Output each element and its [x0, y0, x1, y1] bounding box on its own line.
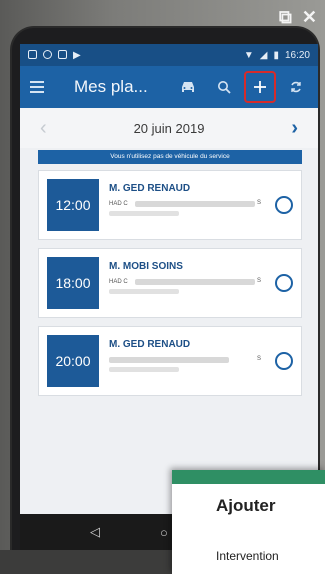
appointment-detail-suffix: S	[257, 278, 262, 284]
status-radio[interactable]	[275, 352, 293, 370]
appointment-time: 18:00	[47, 257, 99, 309]
popup-title: Ajouter	[216, 496, 276, 515]
plus-icon	[254, 81, 266, 93]
appointment-card[interactable]: 20:00 M. GED RENAUD S	[38, 326, 302, 396]
open-external-icon[interactable]: ⧉	[279, 6, 292, 28]
back-icon[interactable]: ◁	[90, 524, 100, 540]
refresh-button[interactable]	[280, 71, 312, 103]
patient-name: M. GED RENAUD	[109, 339, 191, 350]
app-bar: Mes pla...	[20, 66, 318, 108]
redacted-text	[109, 211, 179, 216]
phone-screen: ▶ ▼ ◢ ▮ 16:20 Mes pla... ‹ 20 juin 2019 …	[20, 44, 318, 514]
search-button[interactable]	[208, 71, 240, 103]
close-icon[interactable]: ✕	[302, 6, 317, 28]
status-bar: ▶ ▼ ◢ ▮ 16:20	[20, 44, 318, 66]
redacted-text	[135, 279, 255, 285]
previous-day-icon[interactable]: ‹	[40, 118, 47, 138]
notification-icon	[28, 49, 37, 59]
sync-icon	[291, 81, 301, 93]
appointment-time: 12:00	[47, 179, 99, 231]
app-notification-icon	[58, 49, 67, 59]
date-navigation: ‹ 20 juin 2019 ›	[20, 108, 318, 148]
appointment-detail-suffix: S	[257, 356, 262, 362]
redacted-text	[109, 367, 179, 372]
redacted-text	[109, 357, 229, 363]
patient-name: M. GED RENAUD	[109, 183, 191, 194]
play-icon: ▶	[73, 49, 81, 61]
menu-icon[interactable]	[30, 81, 60, 93]
status-radio[interactable]	[275, 196, 293, 214]
window-actions: ⧉ ✕	[279, 6, 317, 28]
status-radio[interactable]	[275, 274, 293, 292]
car-icon	[182, 82, 194, 92]
popup-header-strip	[172, 470, 325, 484]
next-day-icon[interactable]: ›	[291, 118, 298, 138]
signal-icon: ◢	[259, 49, 268, 61]
appointment-detail-suffix: S	[257, 200, 262, 206]
redacted-text	[109, 289, 179, 294]
add-button[interactable]	[244, 71, 276, 103]
vehicle-button[interactable]	[172, 71, 204, 103]
battery-icon: ▮	[273, 49, 279, 61]
redacted-text	[135, 201, 255, 207]
popup-item-intervention[interactable]: Intervention	[216, 549, 279, 563]
search-icon	[218, 81, 231, 94]
patient-name: M. MOBI SOINS	[109, 261, 183, 272]
status-time: 16:20	[284, 49, 310, 61]
home-icon[interactable]: ○	[160, 525, 168, 540]
wifi-icon: ▼	[243, 49, 254, 61]
sync-status-icon	[43, 49, 52, 59]
appointment-card[interactable]: 12:00 M. GED RENAUD HAD C S	[38, 170, 302, 240]
vehicle-notice-banner: Vous n'utilisez pas de véhicule du servi…	[38, 150, 302, 164]
current-date: 20 juin 2019	[133, 120, 205, 136]
appointment-card[interactable]: 18:00 M. MOBI SOINS HAD C S	[38, 248, 302, 318]
add-popup: Ajouter Intervention	[172, 470, 325, 574]
page-title: Mes pla...	[74, 77, 148, 96]
appointment-time: 20:00	[47, 335, 99, 387]
